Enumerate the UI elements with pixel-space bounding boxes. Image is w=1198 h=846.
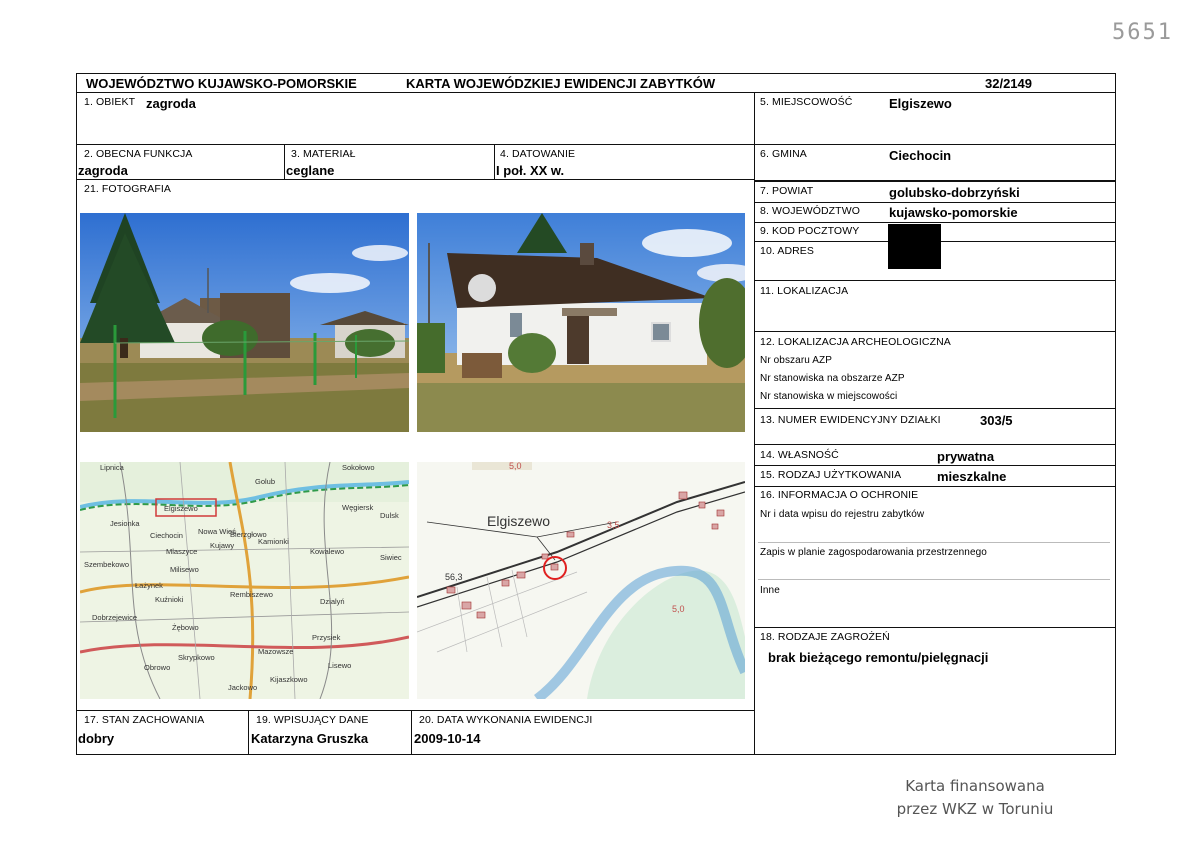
site-spot-height-3: 5,0 — [672, 604, 685, 614]
label-adres: 10. ADRES — [760, 245, 815, 257]
map-label-11: Kuźnioki — [155, 595, 184, 604]
map-region: Elgiszewo Ciechocin Nowa Wieś Jesionka S… — [80, 462, 409, 699]
redaction-block — [888, 224, 941, 269]
label-uzytkowanie: 15. RODZAJ UŻYTKOWANIA — [760, 469, 902, 481]
value-datowanie: I poł. XX w. — [496, 163, 565, 178]
value-data: 2009-10-14 — [414, 731, 481, 746]
label-miejscowosc: 5. MIEJSCOWOŚĆ — [760, 96, 853, 108]
site-spot-height-2: 5,0 — [509, 462, 522, 471]
handwritten-number: 5651 — [1112, 20, 1173, 45]
value-dzialka: 303/5 — [980, 413, 1013, 428]
photo-house — [417, 213, 745, 432]
label-wlasnosc: 14. WŁASNOŚĆ — [760, 449, 839, 461]
map-label-22: Jackowo — [228, 683, 257, 692]
label-funkcja: 2. OBECNA FUNKCJA — [84, 148, 193, 160]
value-miejscowosc: Elgiszewo — [889, 96, 952, 111]
map-label-28: Milisewo — [170, 565, 199, 574]
value-funkcja: zagroda — [78, 163, 128, 178]
photo-farmstead — [80, 213, 409, 432]
label-wojewodztwo: 8. WOJEWÓDZTWO — [760, 205, 860, 217]
label-dzialka: 13. NUMER EWIDENCYJNY DZIAŁKI — [760, 414, 941, 426]
value-uzytkowanie: mieszkalne — [937, 469, 1007, 484]
header-region: WOJEWÓDZTWO KUJAWSKO-POMORSKIE — [86, 76, 357, 91]
map-label-25: Bierzgłowo — [230, 530, 267, 539]
label-data: 20. DATA WYKONANIA EWIDENCJI — [419, 714, 593, 726]
label-material: 3. MATERIAŁ — [291, 148, 356, 160]
ochrona-line2: Zapis w planie zagospodarowania przestrz… — [760, 547, 987, 558]
site-spot-height-0: 56,3 — [445, 572, 463, 582]
label-zagrozenia: 18. RODZAJE ZAGROŻEŃ — [760, 631, 890, 643]
header-title: KARTA WOJEWÓDZKIEJ EWIDENCJI ZABYTKÓW — [406, 76, 716, 91]
ochrona-divider-2 — [758, 579, 1110, 580]
ochrona-line3: Inne — [760, 585, 780, 596]
label-gmina: 6. GMINA — [760, 148, 807, 160]
map-label-4: Sokołowo — [342, 463, 375, 472]
value-wlasnosc: prywatna — [937, 449, 995, 464]
map-label-9: Szembekowo — [84, 560, 129, 569]
ochrona-line1: Nr i data wpisu do rejestru zabytków — [760, 509, 925, 520]
stamp-line2: przez WKZ w Toruniu — [896, 800, 1054, 818]
map-label-6: Dulsk — [380, 511, 399, 520]
stamp-line1: Karta finansowana — [905, 777, 1045, 795]
funding-stamp: Karta finansowana przez WKZ w Toruniu — [890, 775, 1060, 821]
value-zagrozenia: brak bieżącego remontu/pielęgnacji — [768, 650, 989, 665]
map-label-26: Mlaszyce — [166, 547, 197, 556]
ochrona-divider-1 — [758, 542, 1110, 543]
value-powiat: golubsko-dobrzyński — [889, 185, 1020, 200]
map-label-19: Mazowsze — [258, 647, 293, 656]
label-ochrona: 16. INFORMACJA O OCHRONIE — [760, 489, 919, 501]
map-label-18: Rembiszewo — [230, 590, 273, 599]
label-stan: 17. STAN ZACHOWANIA — [84, 714, 205, 726]
map-label-12: Dobrzejewice — [92, 613, 137, 622]
map-label-13: Żębowo — [172, 623, 199, 632]
value-wpisujacy: Katarzyna Gruszka — [251, 731, 369, 746]
label-fotografia: 21. FOTOGRAFIA — [84, 183, 171, 195]
map-label-24: Lisewo — [328, 661, 351, 670]
map-label-27: Kujawy — [210, 541, 234, 550]
map-label-29: Siwiec — [380, 553, 402, 562]
site-spot-height-1: 3,5 — [607, 520, 620, 530]
map-label-10: Łażynek — [135, 581, 163, 590]
label-archeo: 12. LOKALIZACJA ARCHEOLOGICZNA — [760, 336, 951, 348]
map-label-23: Kijaszkowo — [270, 675, 308, 684]
map-label-5: Węgiersk — [342, 503, 374, 512]
map-site: Elgiszewo 56,3 3,5 5,0 5,0 — [417, 462, 745, 699]
archeo-line2: Nr stanowiska na obszarze AZP — [760, 373, 905, 384]
label-datowanie: 4. DATOWANIE — [500, 148, 576, 160]
value-obiekt: zagroda — [146, 96, 196, 111]
archeo-line1: Nr obszaru AZP — [760, 355, 832, 366]
map-label-20: Przysiek — [312, 633, 341, 642]
map-label-3: Jesionka — [110, 519, 140, 528]
label-obiekt: 1. OBIEKT — [84, 96, 136, 108]
site-place-label: Elgiszewo — [487, 513, 550, 529]
label-wpisujacy: 19. WPISUJĄCY DANE — [256, 714, 369, 726]
archeo-line3: Nr stanowiska w miejscowości — [760, 391, 898, 402]
map-label-7: Golub — [255, 477, 275, 486]
value-wojewodztwo: kujawsko-pomorskie — [889, 205, 1018, 220]
label-powiat: 7. POWIAT — [760, 185, 814, 197]
label-lokalizacja: 11. LOKALIZACJA — [760, 285, 849, 297]
value-gmina: Ciechocin — [889, 148, 952, 163]
value-material: ceglane — [286, 163, 335, 178]
map-label-21: Skrypkowo — [178, 653, 215, 662]
map-label-0: Elgiszewo — [164, 504, 198, 513]
label-kod: 9. KOD POCZTOWY — [760, 225, 860, 237]
map-label-17: Dzialyń — [320, 597, 345, 606]
map-label-14: Obrowo — [144, 663, 170, 672]
map-label-16: Kowalewo — [310, 547, 344, 556]
map-label-1: Ciechocin — [150, 531, 183, 540]
map-label-8: Lipnica — [100, 463, 125, 472]
header-number: 32/2149 — [985, 76, 1032, 91]
field-zagrozenia — [754, 627, 1116, 755]
value-stan: dobry — [78, 731, 115, 746]
